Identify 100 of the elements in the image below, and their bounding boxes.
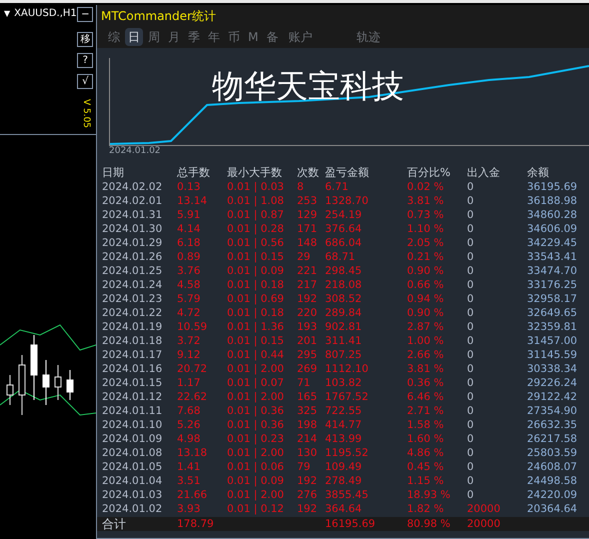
table-cell-text: 278.49 xyxy=(325,476,363,486)
table-cell-text: 0.94 % xyxy=(407,294,445,304)
table-cell-text: 2024.01.24 xyxy=(101,280,164,290)
table-cell-text: 4.72 xyxy=(177,308,202,318)
tab[interactable]: 月 xyxy=(165,28,183,46)
table-cell-text: 0 xyxy=(467,238,475,248)
table-cell-text: 13.18 xyxy=(177,448,208,458)
table-cell-text: 8 xyxy=(297,182,305,192)
table-cell-text: 0 xyxy=(467,364,475,374)
panel-button[interactable]: 移 xyxy=(77,32,94,47)
table-cell-text: 3.93 xyxy=(177,504,202,514)
table-cell-text: 2024.01.26 xyxy=(101,252,164,262)
candlestick xyxy=(18,354,26,416)
table-cell-text: 10.59 xyxy=(177,322,208,332)
table-cell-text: 0.01 | 0.36 xyxy=(227,420,285,430)
table-cell-text: 298.45 xyxy=(325,266,363,276)
table-cell-text: 1.82 % xyxy=(407,504,445,514)
table-cell-text: 2024.01.30 xyxy=(101,224,164,234)
column-header: 百分比% xyxy=(407,167,452,178)
panel-button[interactable]: − xyxy=(77,7,94,22)
table-cell-text: 0.01 | 0.15 xyxy=(227,252,285,262)
table-cell-text: 2024.01.05 xyxy=(101,462,164,472)
table-cell-text: 6.46 % xyxy=(407,392,445,402)
table-cell-text: 2.05 % xyxy=(407,238,445,248)
table-cell-text: 0.01 | 0.03 xyxy=(227,182,285,192)
table-cell-text: 2024.01.25 xyxy=(101,266,164,276)
candlestick xyxy=(6,374,14,406)
tab[interactable]: 年 xyxy=(205,28,223,46)
table-cell-text: 2024.01.03 xyxy=(101,490,164,500)
tab[interactable]: M xyxy=(245,28,262,46)
table-cell-text: 376.64 xyxy=(325,224,363,234)
table-cell-text: 1328.70 xyxy=(325,196,370,206)
tab[interactable]: 周 xyxy=(145,28,163,46)
table-cell-text: 34606.09 xyxy=(527,224,578,234)
table-cell-text: 13.14 xyxy=(177,196,208,206)
tab[interactable]: 季 xyxy=(185,28,203,46)
table-cell-text: 0.21 % xyxy=(407,252,445,262)
column-header: 盈亏金额 xyxy=(325,167,370,178)
table-cell-text: 0.01 | 0.09 xyxy=(227,476,285,486)
table-cell-text: 0.73 % xyxy=(407,210,445,220)
table-cell-text: 192 xyxy=(297,504,318,514)
table-cell-text: 5.79 xyxy=(177,294,202,304)
table-cell-text: 1.17 xyxy=(177,378,202,388)
table-cell-text: 18.93 % xyxy=(407,490,452,500)
table-cell-text: 0 xyxy=(467,182,475,192)
total-cell-text: 178.79 xyxy=(177,518,215,530)
table-cell-text: 0 xyxy=(467,224,475,234)
table-cell-text: 0 xyxy=(467,448,475,458)
table-cell-text: 0.66 % xyxy=(407,280,445,290)
table-cell-text: 68.71 xyxy=(325,252,356,262)
table-cell-text: 0.01 | 2.00 xyxy=(227,448,285,458)
table-cell-text: 2024.01.19 xyxy=(101,322,164,332)
table-cell-text: 308.52 xyxy=(325,294,363,304)
dropdown-icon[interactable]: ▼ xyxy=(4,10,10,18)
table-cell-text: 24608.07 xyxy=(527,462,578,472)
table-cell-text: 0.01 | 0.18 xyxy=(227,280,285,290)
table-cell-text: 1.41 xyxy=(177,462,202,472)
table-cell-text: 2.71 % xyxy=(407,406,445,416)
tab[interactable]: 备 xyxy=(263,28,282,46)
table-cell-text: 103.82 xyxy=(325,378,363,388)
table-cell-text: 5.26 xyxy=(177,420,202,430)
table-cell-text: 276 xyxy=(297,490,318,500)
table-cell-text: 198 xyxy=(297,420,318,430)
tab[interactable]: 轨迹 xyxy=(353,28,384,46)
table-cell-text: 2024.01.04 xyxy=(101,476,164,486)
panel-button[interactable]: ? xyxy=(77,53,94,68)
table-cell-text: 0 xyxy=(467,322,475,332)
table-cell-text: 0.90 % xyxy=(407,266,445,276)
table-cell-text: 0 xyxy=(467,490,475,500)
tab[interactable]: 综 xyxy=(105,28,123,46)
table-cell-text: 0 xyxy=(467,420,475,430)
table-cell-text: 148 xyxy=(297,238,318,248)
table-cell-text: 2024.01.10 xyxy=(101,420,164,430)
tab[interactable]: 账户 xyxy=(285,28,316,46)
table-cell-text: 0.01 | 2.00 xyxy=(227,364,285,374)
version-label: V 5.05 xyxy=(80,98,90,128)
table-cell-text: 0.01 | 0.09 xyxy=(227,266,285,276)
table-cell-text: 33176.25 xyxy=(527,280,578,290)
tab[interactable]: 币 xyxy=(225,28,243,46)
table-cell-text: 289.84 xyxy=(325,308,363,318)
total-cell-text: 80.98 % xyxy=(407,518,452,530)
tab[interactable]: 日 xyxy=(125,28,143,46)
panel-button[interactable]: √ xyxy=(77,74,94,89)
table-cell-text: 2024.01.08 xyxy=(101,448,164,458)
table-cell-text: 2024.01.31 xyxy=(101,210,164,220)
table-cell-text: 2024.02.02 xyxy=(101,182,164,192)
table-cell-text: 1767.52 xyxy=(325,392,370,402)
table-cell-text: 24498.58 xyxy=(527,476,578,486)
total-cell-text: 16195.69 xyxy=(325,518,376,530)
table-cell-text: 0 xyxy=(467,392,475,402)
table-cell-text: 217 xyxy=(297,280,318,290)
table-cell-text: 192 xyxy=(297,476,318,486)
table-cell-text: 2024.01.23 xyxy=(101,294,164,304)
table-cell-text: 3.51 xyxy=(177,476,202,486)
candlestick xyxy=(42,360,50,406)
table-cell-text: 29 xyxy=(297,252,312,262)
table-cell-text: 0.01 | 0.06 xyxy=(227,462,285,472)
table-cell-text: 0 xyxy=(467,252,475,262)
table-cell-text: 807.25 xyxy=(325,350,363,360)
table-cell-text: 0 xyxy=(467,462,475,472)
